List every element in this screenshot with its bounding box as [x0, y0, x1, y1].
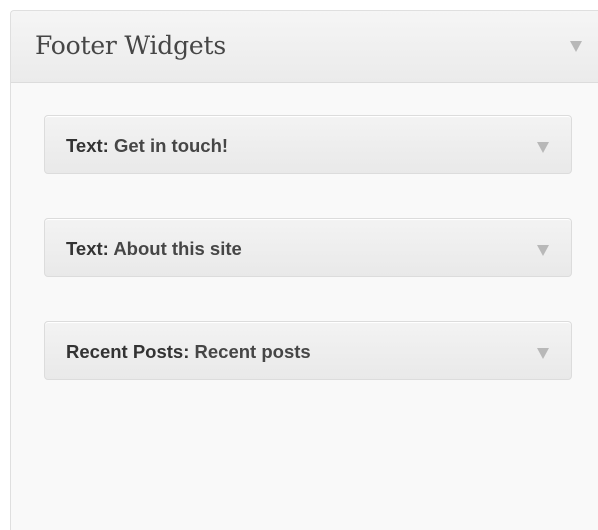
widget-instance-title: Recent posts: [194, 341, 311, 362]
widget-toggle-arrow-icon[interactable]: [537, 142, 549, 153]
widget-separator: :: [102, 238, 109, 259]
widget-instance-title: Get in touch!: [113, 135, 229, 156]
widget-type-label: Text: [66, 135, 103, 156]
widget-separator: :: [183, 341, 190, 362]
widget-toggle-arrow-icon[interactable]: [537, 348, 549, 359]
widget-type-label: Text: [66, 238, 103, 259]
footer-widgets-sidebar: Footer Widgets Text: Get in touch! Text:…: [10, 10, 598, 530]
widget-recent-posts[interactable]: Recent Posts: Recent posts: [44, 321, 572, 380]
widget-title: Text: About this site: [66, 238, 242, 260]
widget-instance-title: About this site: [113, 238, 242, 259]
widget-title: Recent Posts: Recent posts: [66, 341, 311, 363]
sidebar-toggle-arrow-icon[interactable]: [570, 41, 582, 52]
widget-title: Text: Get in touch!: [66, 135, 228, 157]
widget-text-get-in-touch[interactable]: Text: Get in touch!: [44, 115, 572, 174]
widget-text-about-this-site[interactable]: Text: About this site: [44, 218, 572, 277]
widget-separator: :: [102, 135, 109, 156]
widget-type-label: Recent Posts: [66, 341, 184, 362]
widget-toggle-arrow-icon[interactable]: [537, 245, 549, 256]
sidebar-header[interactable]: Footer Widgets: [11, 11, 598, 83]
sidebar-title: Footer Widgets: [35, 31, 226, 60]
